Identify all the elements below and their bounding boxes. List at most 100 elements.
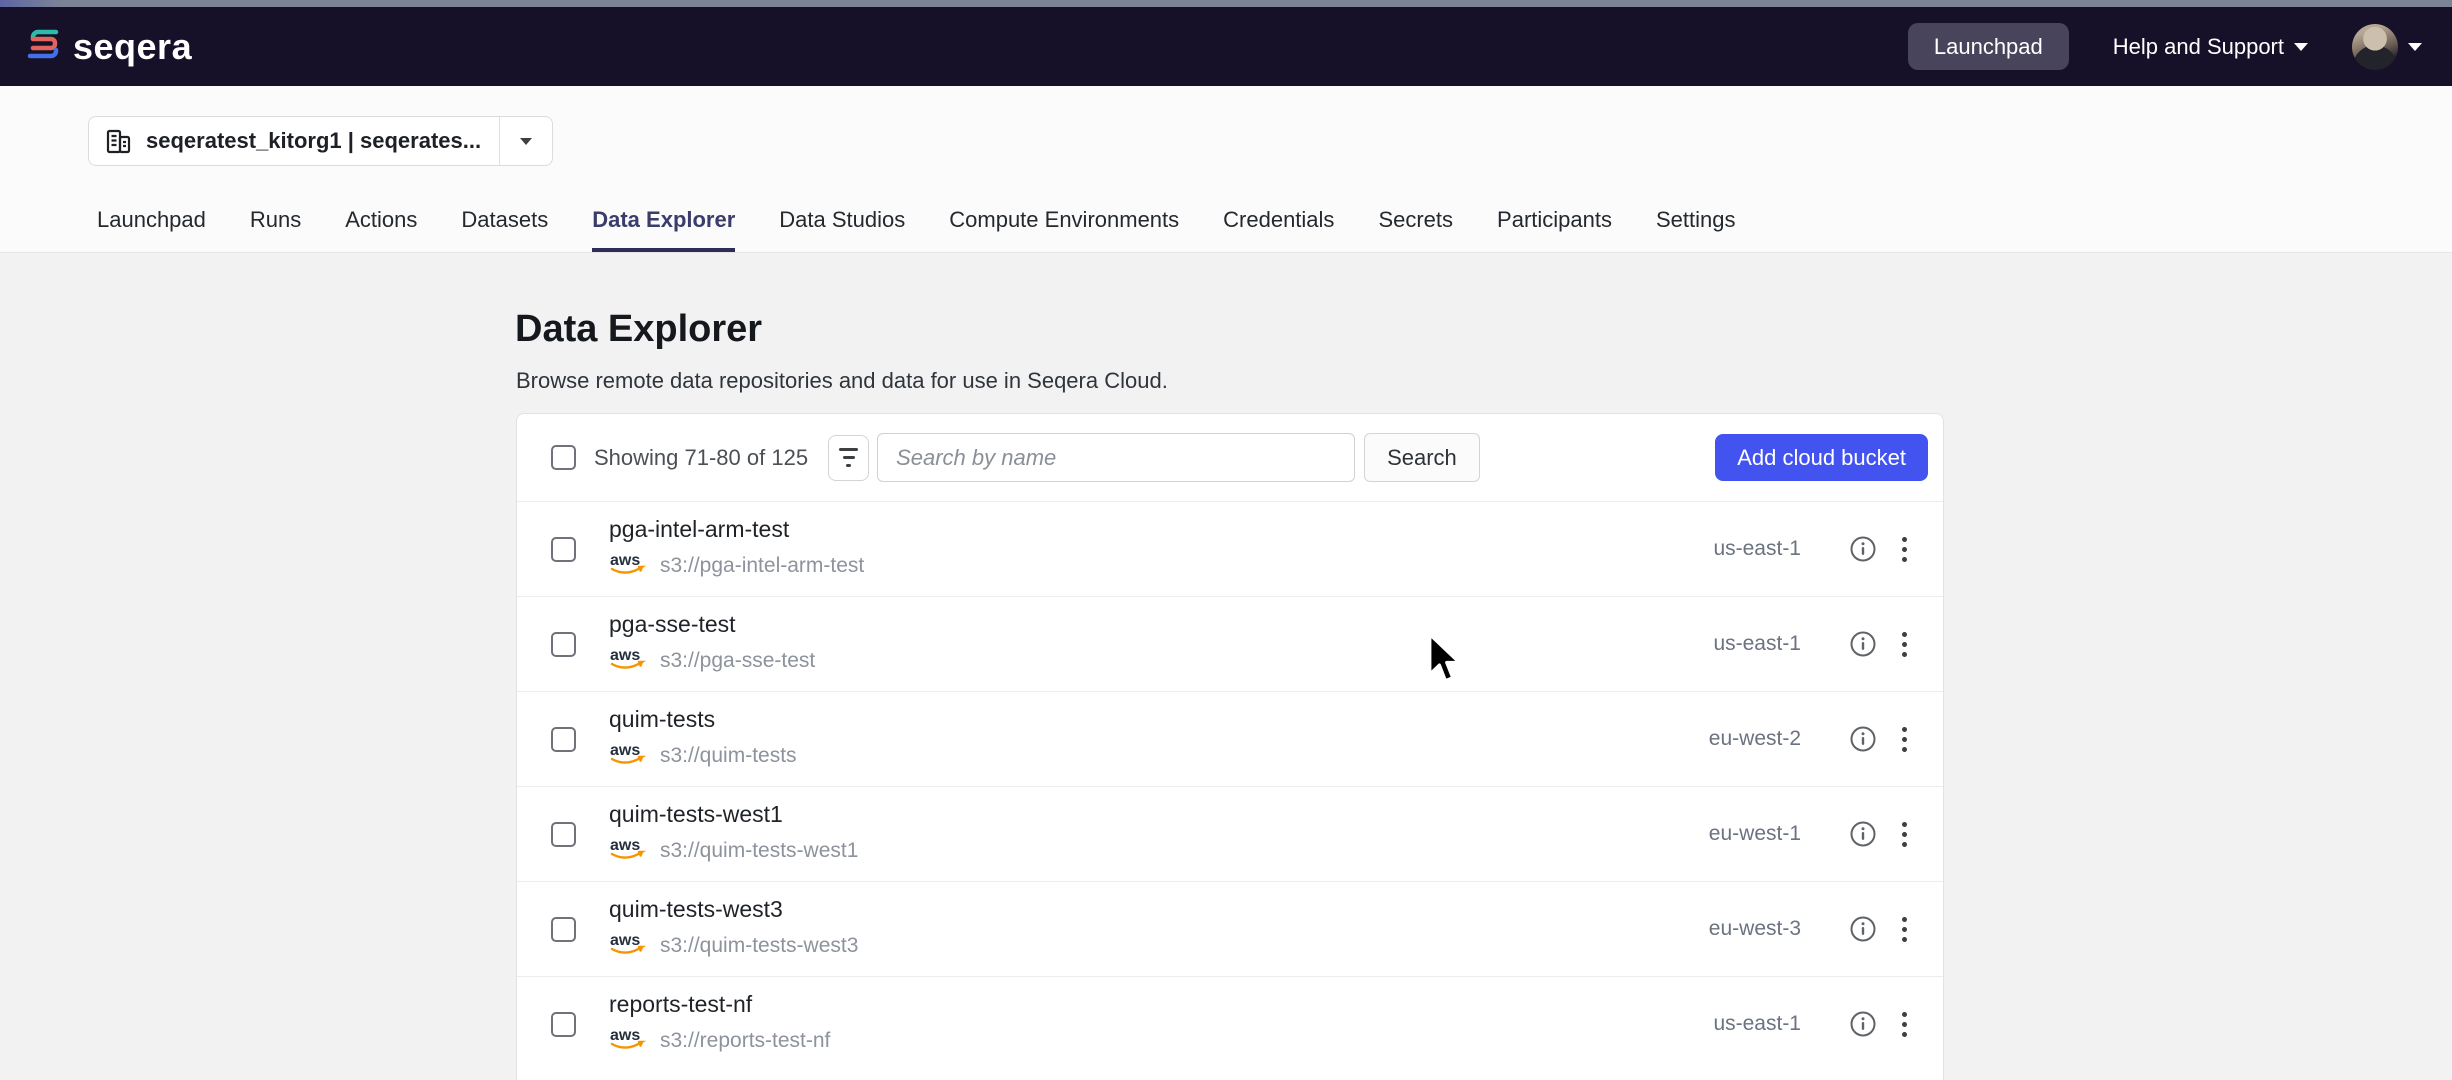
tab-label: Data Explorer [592, 207, 735, 233]
bucket-row[interactable]: reports-test-nf aws s3://reports-test-nf… [517, 976, 1943, 1071]
bucket-row[interactable]: pga-intel-arm-test aws s3://pga-intel-ar… [517, 501, 1943, 596]
tab-label: Participants [1497, 207, 1612, 233]
svg-text:aws: aws [610, 552, 640, 569]
info-icon[interactable] [1849, 1010, 1877, 1038]
tab-settings[interactable]: Settings [1656, 190, 1736, 252]
tab-label: Actions [345, 207, 417, 233]
bucket-uri: s3://quim-tests [660, 744, 797, 768]
bucket-uri: s3://quim-tests-west3 [660, 934, 858, 958]
aws-icon: aws [609, 930, 649, 962]
kebab-menu-button[interactable] [1893, 912, 1915, 946]
aws-icon: aws [609, 740, 649, 772]
bucket-region: eu-west-1 [1631, 822, 1801, 846]
search-button[interactable]: Search [1364, 433, 1480, 482]
tab-label: Compute Environments [949, 207, 1179, 233]
bucket-name[interactable]: quim-tests [609, 706, 797, 733]
brand-name: seqera [73, 26, 192, 68]
filter-button[interactable] [828, 435, 869, 481]
tab-label: Data Studios [779, 207, 905, 233]
row-checkbox[interactable] [551, 727, 576, 752]
launchpad-button[interactable]: Launchpad [1908, 23, 2069, 70]
bucket-region: eu-west-2 [1631, 727, 1801, 751]
bucket-uri: s3://quim-tests-west1 [660, 839, 858, 863]
tab-data-explorer[interactable]: Data Explorer [592, 190, 735, 252]
bucket-uri: s3://pga-intel-arm-test [660, 554, 864, 578]
seqera-logo-icon [25, 26, 61, 67]
row-checkbox[interactable] [551, 1012, 576, 1037]
kebab-menu-button[interactable] [1893, 722, 1915, 756]
tab-secrets[interactable]: Secrets [1378, 190, 1453, 252]
seqera-brand[interactable]: seqera [25, 26, 192, 68]
tab-label: Credentials [1223, 207, 1334, 233]
aws-icon: aws [609, 835, 649, 867]
kebab-menu-button[interactable] [1893, 817, 1915, 851]
tab-bar: Launchpad Runs Actions Datasets Data Exp… [0, 190, 2452, 253]
page-subtitle: Browse remote data repositories and data… [516, 368, 1168, 394]
row-checkbox[interactable] [551, 632, 576, 657]
tab-compute-environments[interactable]: Compute Environments [949, 190, 1179, 252]
kebab-menu-button[interactable] [1893, 627, 1915, 661]
workspace-header: seqeratest_kitorg1 | seqerates... Launch… [0, 86, 2452, 253]
bucket-uri: s3://reports-test-nf [660, 1029, 830, 1053]
avatar[interactable] [2352, 24, 2398, 70]
row-checkbox[interactable] [551, 917, 576, 942]
tab-participants[interactable]: Participants [1497, 190, 1612, 252]
tab-label: Runs [250, 207, 301, 233]
tab-data-studios[interactable]: Data Studios [779, 190, 905, 252]
kebab-menu-button[interactable] [1893, 1007, 1915, 1041]
help-and-support-menu[interactable]: Help and Support [2113, 34, 2308, 60]
svg-text:aws: aws [610, 647, 640, 664]
bucket-name[interactable]: reports-test-nf [609, 991, 830, 1018]
bucket-region: us-east-1 [1631, 632, 1801, 656]
row-checkbox[interactable] [551, 822, 576, 847]
info-icon[interactable] [1849, 725, 1877, 753]
svg-text:aws: aws [610, 742, 640, 759]
bucket-region: us-east-1 [1631, 1012, 1801, 1036]
svg-text:aws: aws [610, 837, 640, 854]
aws-icon: aws [609, 550, 649, 582]
tab-label: Datasets [461, 207, 548, 233]
bucket-row[interactable]: quim-tests-west1 aws s3://quim-tests-wes… [517, 786, 1943, 881]
info-icon[interactable] [1849, 535, 1877, 563]
aws-icon: aws [609, 1025, 649, 1057]
data-explorer-panel: Showing 71-80 of 125 Search Add cloud bu… [516, 413, 1944, 1080]
info-icon[interactable] [1849, 820, 1877, 848]
row-checkbox[interactable] [551, 537, 576, 562]
app-window: seqera Launchpad Help and Support [0, 0, 2452, 1080]
svg-text:aws: aws [610, 932, 640, 949]
tab-credentials[interactable]: Credentials [1223, 190, 1334, 252]
bucket-row[interactable]: quim-tests aws s3://quim-tests eu-west-2 [517, 691, 1943, 786]
workspace-name: seqeratest_kitorg1 | seqerates... [146, 128, 481, 154]
help-and-support-label: Help and Support [2113, 34, 2284, 60]
select-all-checkbox[interactable] [551, 445, 576, 470]
bucket-row[interactable]: pga-sse-test aws s3://pga-sse-test us-ea… [517, 596, 1943, 691]
kebab-menu-button[interactable] [1893, 532, 1915, 566]
search-input[interactable] [877, 433, 1355, 482]
workspace-dropdown-toggle[interactable] [500, 138, 552, 145]
bucket-name[interactable]: quim-tests-west1 [609, 801, 858, 828]
bucket-row[interactable]: quim-tests-west3 aws s3://quim-tests-wes… [517, 881, 1943, 976]
tab-launchpad[interactable]: Launchpad [97, 190, 206, 252]
showing-count: Showing 71-80 of 125 [594, 445, 808, 471]
tab-label: Secrets [1378, 207, 1453, 233]
chevron-down-icon [2294, 43, 2308, 51]
tab-label: Launchpad [97, 207, 206, 233]
bucket-region: eu-west-3 [1631, 917, 1801, 941]
window-top-edge [0, 0, 2452, 7]
info-icon[interactable] [1849, 630, 1877, 658]
tab-actions[interactable]: Actions [345, 190, 417, 252]
tab-datasets[interactable]: Datasets [461, 190, 548, 252]
chevron-down-icon [2408, 43, 2422, 51]
chevron-down-icon [520, 138, 532, 145]
info-icon[interactable] [1849, 915, 1877, 943]
add-cloud-bucket-button[interactable]: Add cloud bucket [1715, 434, 1928, 481]
workspace-selector[interactable]: seqeratest_kitorg1 | seqerates... [88, 116, 553, 166]
tab-runs[interactable]: Runs [250, 190, 301, 252]
user-menu[interactable] [2352, 24, 2422, 70]
bucket-region: us-east-1 [1631, 537, 1801, 561]
bucket-name[interactable]: pga-intel-arm-test [609, 516, 864, 543]
bucket-name[interactable]: pga-sse-test [609, 611, 815, 638]
filter-icon [839, 448, 858, 451]
bucket-name[interactable]: quim-tests-west3 [609, 896, 858, 923]
page-title: Data Explorer [515, 308, 762, 351]
